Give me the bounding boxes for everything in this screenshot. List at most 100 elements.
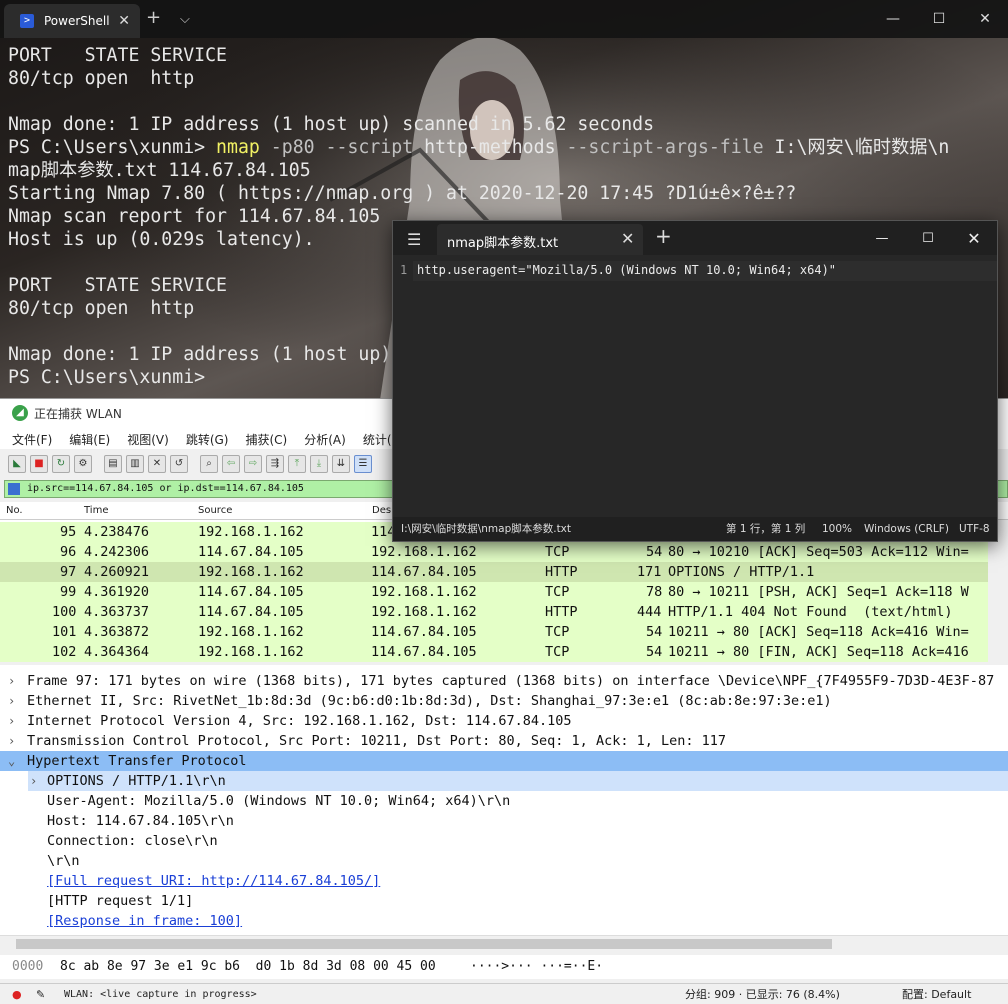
expert-info-icon[interactable]: ● bbox=[12, 985, 22, 1004]
packet-details: › Frame 97: 171 bytes on wire (1368 bits)… bbox=[0, 665, 1008, 935]
bytes-hex[interactable]: 8c ab 8e 97 3e e1 9c b6 d0 1b 8d 3d 08 0… bbox=[60, 955, 436, 979]
column-destination[interactable]: Des bbox=[372, 505, 391, 516]
capture-options-icon[interactable]: ⚙ bbox=[74, 455, 92, 473]
detail-ethernet[interactable]: › Ethernet II, Src: RivetNet_1b:8d:3d (9c… bbox=[0, 691, 1008, 711]
close-button[interactable]: ✕ bbox=[962, 0, 1008, 38]
window-title: 正在捕获 WLAN bbox=[34, 406, 122, 421]
notepad-status-bar: I:\网安\临时数据\nmap脚本参数.txt 第 1 行，第 1 列 100%… bbox=[393, 517, 997, 541]
packet-row[interactable]: 100 4.363737 114.67.84.105 192.168.1.162… bbox=[0, 602, 988, 622]
collapse-arrow-icon[interactable]: ⌄ bbox=[8, 751, 15, 771]
expand-arrow-icon[interactable]: › bbox=[8, 731, 15, 751]
file-path: I:\网安\临时数据\nmap脚本参数.txt bbox=[401, 523, 572, 535]
close-tab-icon[interactable]: ✕ bbox=[621, 229, 634, 248]
edit-comment-icon[interactable]: ✎ bbox=[36, 985, 45, 1004]
notepad-window: ☰ nmap脚本参数.txt ✕ + — ☐ ✕ 1 http.useragen… bbox=[392, 220, 998, 542]
editor-area[interactable]: 1 http.useragent="Mozilla/5.0 (Windows N… bbox=[393, 255, 997, 513]
packet-row[interactable]: 96 4.242306 114.67.84.105 192.168.1.162 … bbox=[0, 542, 988, 562]
packet-row[interactable]: 102 4.364364 192.168.1.162 114.67.84.105… bbox=[0, 642, 988, 662]
start-capture-icon[interactable]: ◣ bbox=[8, 455, 26, 473]
packet-row[interactable]: 101 4.363872 192.168.1.162 114.67.84.105… bbox=[0, 622, 988, 642]
maximize-button[interactable]: ☐ bbox=[905, 221, 951, 255]
reload-file-icon[interactable]: ↺ bbox=[170, 455, 188, 473]
autoscroll-icon[interactable]: ⇊ bbox=[332, 455, 350, 473]
detail-host[interactable]: Host: 114.67.84.105\r\n bbox=[0, 811, 1008, 831]
bytes-ascii[interactable]: ····>··· ···=··E· bbox=[470, 955, 603, 979]
minimize-button[interactable]: — bbox=[859, 221, 905, 255]
find-packet-icon[interactable]: ⌕ bbox=[200, 455, 218, 473]
detail-full-uri-link[interactable]: [Full request URI: http://114.67.84.105/… bbox=[0, 871, 1008, 891]
notepad-titlebar: ☰ nmap脚本参数.txt ✕ + — ☐ ✕ bbox=[393, 221, 997, 255]
bookmark-icon[interactable] bbox=[8, 483, 20, 495]
close-button[interactable]: ✕ bbox=[951, 221, 997, 255]
maximize-button[interactable]: ☐ bbox=[916, 0, 962, 38]
menu-analyze[interactable]: 分析(A) bbox=[292, 427, 351, 449]
go-to-packet-icon[interactable]: ⇶ bbox=[266, 455, 284, 473]
plus-icon[interactable]: + bbox=[146, 8, 161, 28]
menu-edit[interactable]: 编辑(E) bbox=[57, 427, 115, 449]
column-source[interactable]: Source bbox=[198, 505, 232, 516]
detail-frame[interactable]: › Frame 97: 171 bytes on wire (1368 bits)… bbox=[0, 671, 1008, 691]
stop-capture-icon[interactable]: ■ bbox=[30, 455, 48, 473]
column-time[interactable]: Time bbox=[84, 505, 108, 516]
open-file-icon[interactable]: ▤ bbox=[104, 455, 122, 473]
go-back-icon[interactable]: ⇦ bbox=[222, 455, 240, 473]
scrollbar-thumb[interactable] bbox=[16, 939, 832, 949]
tab-file[interactable]: nmap脚本参数.txt ✕ bbox=[437, 224, 643, 255]
go-forward-icon[interactable]: ⇨ bbox=[244, 455, 262, 473]
menu-capture[interactable]: 捕获(C) bbox=[233, 427, 292, 449]
menu-view[interactable]: 视图(V) bbox=[115, 427, 174, 449]
menu-icon[interactable]: ☰ bbox=[407, 230, 421, 249]
detail-response-link[interactable]: [Response in frame: 100] bbox=[0, 911, 1008, 931]
profile-label[interactable]: 配置: Default bbox=[902, 985, 971, 1004]
close-file-icon[interactable]: ✕ bbox=[148, 455, 166, 473]
detail-tcp[interactable]: › Transmission Control Protocol, Src Port… bbox=[0, 731, 1008, 751]
wireshark-fin-icon: ◢ bbox=[12, 405, 28, 421]
new-tab-icon[interactable]: + bbox=[655, 224, 672, 248]
detail-http[interactable]: ⌄ Hypertext Transfer Protocol bbox=[0, 751, 1008, 771]
expand-arrow-icon[interactable]: › bbox=[8, 711, 15, 731]
packet-stats: 分组: 909 · 已显示: 76 (8.4%) bbox=[685, 988, 840, 1001]
restart-capture-icon[interactable]: ↻ bbox=[52, 455, 70, 473]
chevron-down-icon[interactable]: ⌵ bbox=[180, 10, 190, 30]
expand-arrow-icon[interactable]: › bbox=[8, 691, 15, 711]
bytes-offset: 0000 bbox=[12, 959, 44, 974]
encoding[interactable]: UTF-8 bbox=[959, 518, 990, 540]
zoom-level[interactable]: 100% bbox=[822, 518, 852, 540]
line-ending[interactable]: Windows (CRLF) bbox=[864, 518, 949, 540]
first-packet-icon[interactable]: ⤒ bbox=[288, 455, 306, 473]
detail-crlf[interactable]: \r\n bbox=[0, 851, 1008, 871]
console-line: Starting Nmap 7.80 ( https://nmap.org ) … bbox=[8, 183, 797, 204]
packet-row-selected[interactable]: 97 4.260921 192.168.1.162 114.67.84.105 … bbox=[0, 562, 988, 582]
menu-file[interactable]: 文件(F) bbox=[0, 427, 57, 449]
packet-row[interactable]: 99 4.361920 114.67.84.105 192.168.1.162 … bbox=[0, 582, 988, 602]
detail-ipv4[interactable]: › Internet Protocol Version 4, Src: 192.1… bbox=[0, 711, 1008, 731]
details-horizontal-scrollbar[interactable] bbox=[0, 935, 1008, 951]
expand-arrow-icon[interactable]: › bbox=[30, 771, 37, 791]
titlebar: > PowerShell ✕ + ⌵ — ☐ ✕ bbox=[0, 0, 1008, 38]
last-packet-icon[interactable]: ⤓ bbox=[310, 455, 328, 473]
column-no[interactable]: No. bbox=[6, 505, 23, 516]
console-line: map脚本参数.txt 114.67.84.105 bbox=[8, 160, 311, 181]
console-line: PORT STATE SERVICE bbox=[8, 45, 227, 66]
save-file-icon[interactable]: ▥ bbox=[126, 455, 144, 473]
detail-connection[interactable]: Connection: close\r\n bbox=[0, 831, 1008, 851]
main-toolbar: ◣ ■ ↻ ⚙ ▤ ▥ ✕ ↺ ⌕ ⇦ ⇨ ⇶ ⤒ ⤓ ⇊ ☰ bbox=[0, 451, 400, 477]
filter-text: ip.src==114.67.84.105 or ip.dst==114.67.… bbox=[27, 483, 304, 494]
editor-content[interactable]: http.useragent="Mozilla/5.0 (Windows NT … bbox=[417, 263, 836, 277]
status-bar: ● ✎ WLAN: <live capture in progress> 分组:… bbox=[0, 983, 1008, 1004]
expand-arrow-icon[interactable]: › bbox=[8, 671, 15, 691]
powershell-icon: > bbox=[20, 14, 34, 28]
minimize-button[interactable]: — bbox=[870, 0, 916, 38]
detail-user-agent[interactable]: User-Agent: Mozilla/5.0 (Windows NT 10.0… bbox=[0, 791, 1008, 811]
tab-title: PowerShell bbox=[44, 14, 110, 28]
file-tab-title: nmap脚本参数.txt bbox=[447, 236, 559, 251]
close-tab-icon[interactable]: ✕ bbox=[118, 13, 130, 29]
tab-powershell[interactable]: > PowerShell ✕ bbox=[4, 4, 140, 38]
console-line: Nmap done: 1 IP address (1 host up) scan… bbox=[8, 114, 655, 135]
cursor-position[interactable]: 第 1 行，第 1 列 bbox=[726, 518, 805, 540]
console-line: 80/tcp open http bbox=[8, 68, 195, 89]
menu-go[interactable]: 跳转(G) bbox=[174, 427, 234, 449]
colorize-icon[interactable]: ☰ bbox=[354, 455, 372, 473]
capture-status: WLAN: <live capture in progress> bbox=[64, 989, 257, 1000]
detail-http-request-line[interactable]: › OPTIONS / HTTP/1.1\r\n bbox=[0, 771, 1008, 791]
